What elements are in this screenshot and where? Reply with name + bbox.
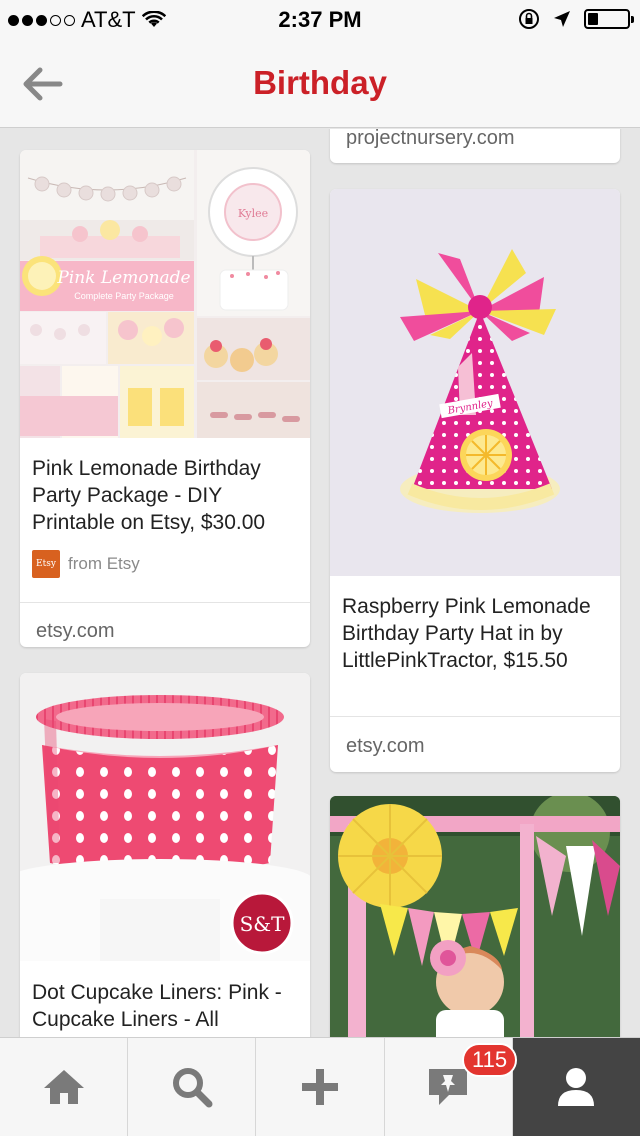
pin-card[interactable] [330,796,620,1037]
pin-source[interactable]: etsy.com [330,717,620,758]
pin-card[interactable]: Brynnley Raspberry Pink Lemonade Birthda… [330,189,620,772]
etsy-logo: Etsy [32,550,60,578]
tab-bar [0,1037,640,1136]
pin-attribution[interactable]: Etsy from Etsy [20,542,310,586]
pin-source[interactable]: projectnursery.com [330,129,620,150]
status-bar: AT&T 2:37 PM [0,0,640,40]
pin-image[interactable]: Brynnley [330,189,620,576]
navigation-bar: Birthday [0,40,640,128]
pin-description[interactable]: Pink Lemonade Birthday Party Package - D… [20,438,310,542]
tab-profile[interactable] [512,1038,640,1136]
pin-card[interactable]: S&T Dot Cupcake Liners: Pink - Cupcake L… [20,673,310,1037]
status-icons [518,8,634,30]
search-icon [172,1068,213,1108]
pin-card[interactable]: Kylee Pink Lemonade Complete Party Packa… [20,150,310,647]
notifications-icon [429,1069,468,1105]
pin-image[interactable]: S&T [20,673,310,961]
brand-logo-text: S&T [240,912,286,936]
rotation-lock-icon [519,9,539,29]
pin-description[interactable]: Dot Cupcake Liners: Pink - Cupcake Liner… [20,961,310,1037]
pin-feed[interactable]: projectnursery.com Kylee Pink Lemonade C… [0,129,640,1037]
profile-icon [558,1068,595,1106]
page-title: Birthday [253,64,387,101]
tab-home[interactable] [0,1038,129,1136]
home-icon [43,1070,84,1104]
location-arrow-icon [554,11,570,27]
attribution-label: from Etsy [68,554,140,573]
pin-image[interactable] [330,796,620,1037]
banner-title: Pink Lemonade [56,268,190,288]
tab-add[interactable] [256,1038,385,1136]
notification-badge[interactable]: 115 [462,1043,518,1077]
tab-search[interactable] [128,1038,257,1136]
add-icon [302,1069,338,1105]
pin-source[interactable]: etsy.com [20,603,310,643]
pin-image[interactable]: Kylee Pink Lemonade Complete Party Packa… [20,150,310,438]
pin-description[interactable]: Raspberry Pink Lemonade Birthday Party H… [330,576,620,716]
pin-card[interactable]: projectnursery.com [330,129,620,163]
topper-text: Kylee [238,207,268,220]
battery-icon [584,9,634,29]
banner-subtitle: Complete Party Package [74,291,174,301]
